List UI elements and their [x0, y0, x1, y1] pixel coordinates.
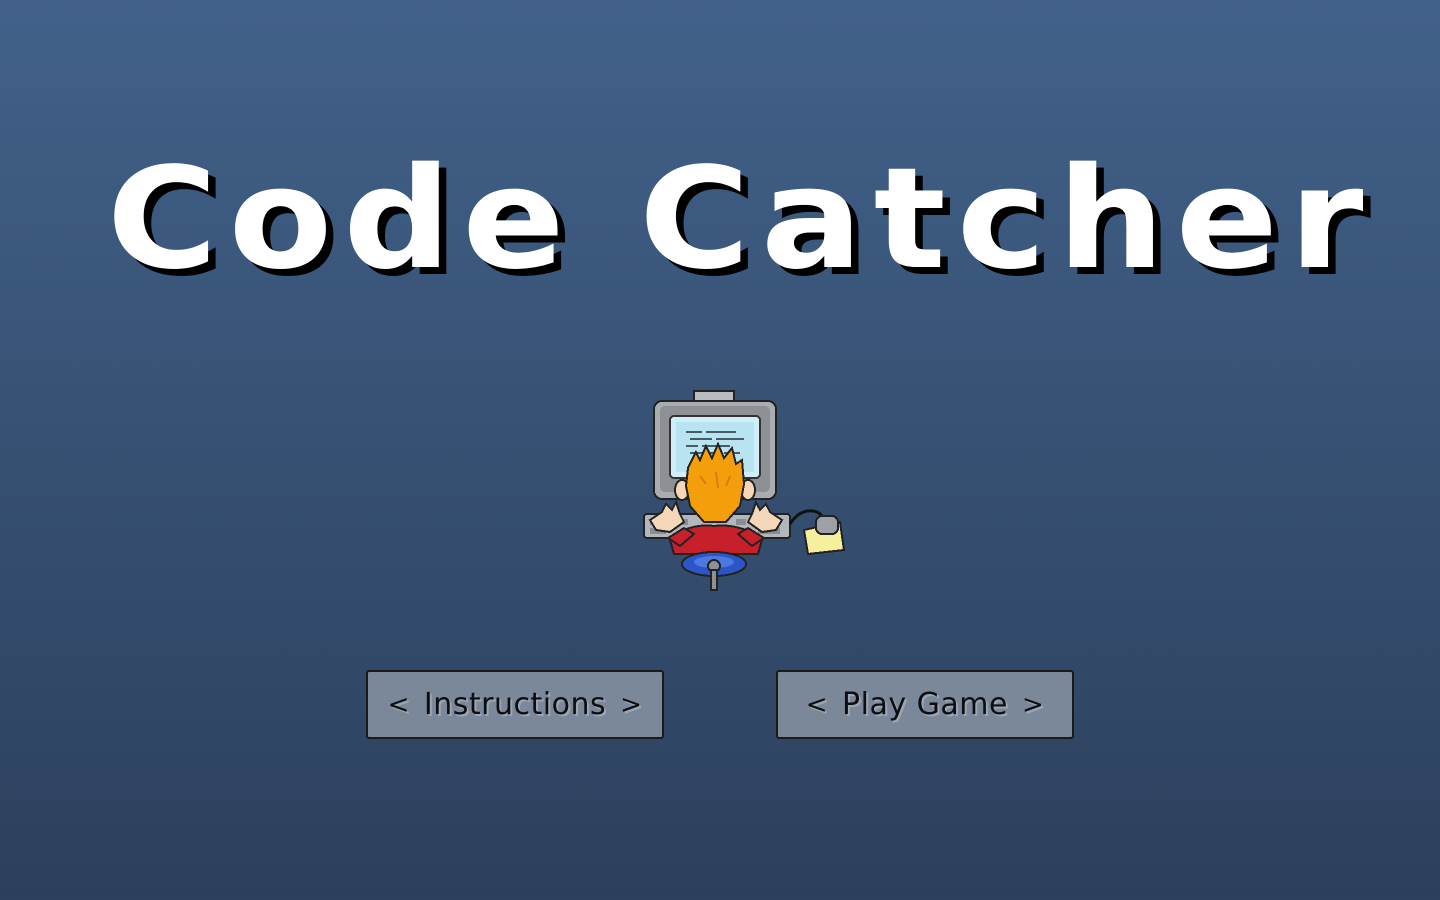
- title-screen: Code Catcher < Instructions > < Play Gam…: [0, 0, 1440, 900]
- chevron-right-icon: >: [620, 689, 643, 720]
- instructions-button[interactable]: < Instructions >: [366, 670, 664, 739]
- chevron-right-icon: >: [1021, 689, 1045, 720]
- programmer-at-computer-icon: [640, 388, 852, 594]
- chevron-left-icon: <: [805, 689, 829, 720]
- game-title: Code Catcher: [106, 138, 1375, 301]
- play-game-label: Play Game: [842, 687, 1008, 722]
- chevron-left-icon: <: [387, 689, 410, 720]
- play-game-button[interactable]: < Play Game >: [776, 670, 1074, 739]
- instructions-label: Instructions: [423, 687, 607, 722]
